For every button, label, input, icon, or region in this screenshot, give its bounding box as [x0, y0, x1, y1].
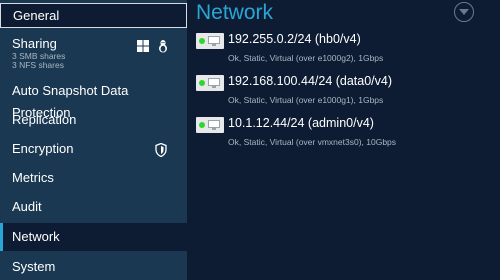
sidebar-item-network[interactable]: Network [0, 223, 187, 251]
shield-icon [155, 142, 167, 164]
interface-address: 192.168.100.44/24 (data0/v4) [228, 74, 393, 88]
interface-detail: Ok, Static, Virtual (over e1000g1), 1Gbp… [228, 95, 384, 105]
sidebar-item-label: Audit [12, 199, 42, 214]
sidebar-item-system[interactable]: System [0, 256, 187, 278]
sidebar-item-sharing[interactable]: Sharing 3 SMB shares 3 NFS shares [0, 36, 187, 72]
network-interface[interactable]: 192.168.100.44/24 (data0/v4) Ok, Static,… [196, 74, 496, 110]
sidebar-item-label: Metrics [12, 170, 54, 185]
network-port-icon [196, 33, 224, 49]
chevron-down-icon [459, 9, 469, 15]
sidebar-item-label: General [13, 8, 60, 23]
interface-detail: Ok, Static, Virtual (over vmxnet3s0), 10… [228, 137, 397, 147]
sidebar-item-metrics[interactable]: Metrics [0, 167, 187, 189]
sidebar-item-auto-snapshot[interactable]: Auto Snapshot Data Protection [0, 80, 187, 120]
status-led [199, 122, 205, 128]
sidebar-item-encryption[interactable]: Encryption [0, 138, 187, 160]
status-led [199, 38, 205, 44]
network-port-icon [196, 117, 224, 133]
windows-icon [137, 40, 149, 53]
sharing-protocol-icons [137, 40, 169, 53]
sidebar-item-general[interactable]: General [0, 3, 187, 28]
sidebar-item-replication[interactable]: Replication [0, 109, 187, 131]
sidebar: General Sharing 3 SMB shares 3 NFS share… [0, 0, 187, 280]
interface-address: 10.1.12.44/24 (admin0/v4) [228, 116, 374, 130]
collapse-button[interactable] [454, 2, 474, 22]
network-port-icon [196, 75, 224, 91]
sidebar-item-label: Replication [12, 112, 77, 127]
sidebar-item-label: System [12, 259, 56, 274]
ethernet-plug-icon [208, 36, 220, 46]
network-interface[interactable]: 192.255.0.2/24 (hb0/v4) Ok, Static, Virt… [196, 32, 496, 68]
status-led [199, 80, 205, 86]
interface-detail: Ok, Static, Virtual (over e1000g2), 1Gbp… [228, 53, 384, 63]
ethernet-plug-icon [208, 120, 220, 130]
sidebar-item-audit[interactable]: Audit [0, 196, 187, 218]
interface-address: 192.255.0.2/24 (hb0/v4) [228, 32, 361, 46]
page-title: Network [196, 1, 274, 24]
network-interface[interactable]: 10.1.12.44/24 (admin0/v4) Ok, Static, Vi… [196, 116, 496, 152]
linux-icon [157, 40, 169, 53]
ethernet-plug-icon [208, 78, 220, 88]
sidebar-item-label: Network [12, 229, 60, 244]
nfs-share-count: 3 NFS shares [12, 60, 64, 70]
